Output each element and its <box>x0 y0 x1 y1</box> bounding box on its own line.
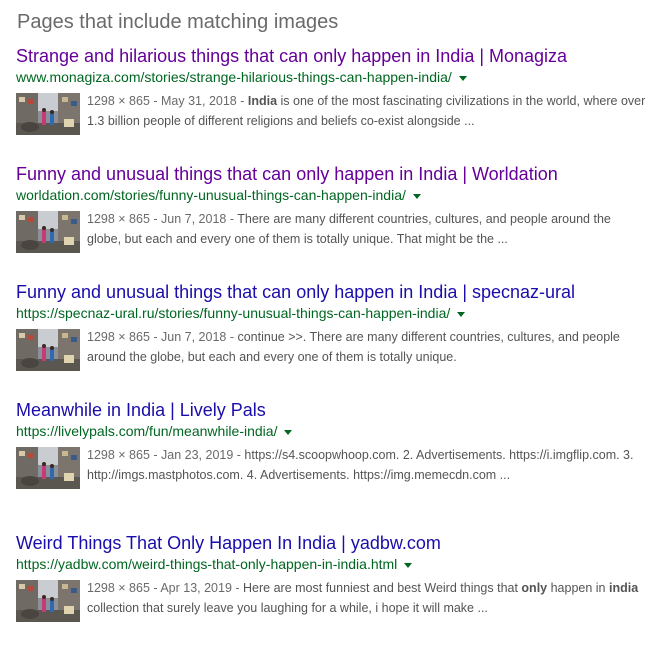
section-title: Pages that include matching images <box>17 11 339 33</box>
snippet-bold-term: india <box>608 581 639 595</box>
caret-down-icon[interactable] <box>412 193 421 199</box>
image-thumbnail[interactable] <box>16 93 80 135</box>
image-thumbnail[interactable] <box>16 580 80 622</box>
snippet-text: Here are most funniest and best Weird th… <box>243 581 522 595</box>
result-url: www.monagiza.com/stories/strange-hilario… <box>16 69 452 85</box>
caret-down-icon[interactable] <box>284 429 293 435</box>
result-title-link[interactable]: Funny and unusual things that can only h… <box>16 281 646 303</box>
result-meta: 1298 × 865 - Jun 7, 2018 - <box>87 212 238 226</box>
result-snippet: 1298 × 865 - Apr 13, 2019 - Here are mos… <box>87 578 647 618</box>
image-thumbnail[interactable] <box>16 211 80 253</box>
result-title-link[interactable]: Strange and hilarious things that can on… <box>16 45 646 67</box>
caret-down-icon[interactable] <box>404 562 413 568</box>
result-url-row: www.monagiza.com/stories/strange-hilario… <box>16 68 646 87</box>
search-result: Funny and unusual things that can only h… <box>16 281 647 371</box>
snippet-text: collection that surely leave you laughin… <box>87 601 488 615</box>
caret-down-icon[interactable] <box>457 311 466 317</box>
result-url-row: worldation.com/stories/funny-unusual-thi… <box>16 186 646 205</box>
result-url: https://specnaz-ural.ru/stories/funny-un… <box>16 305 451 321</box>
result-meta: 1298 × 865 - Apr 13, 2019 - <box>87 581 244 595</box>
result-title-link[interactable]: Funny and unusual things that can only h… <box>16 163 646 185</box>
result-url: https://livelypals.com/fun/meanwhile-ind… <box>16 423 278 439</box>
search-result: Meanwhile in India | Lively Pals https:/… <box>16 399 647 489</box>
result-snippet: 1298 × 865 - Jun 7, 2018 - There are man… <box>87 209 647 249</box>
result-title-link[interactable]: Weird Things That Only Happen In India |… <box>16 532 646 554</box>
caret-down-icon[interactable] <box>458 75 467 81</box>
search-result: Weird Things That Only Happen In India |… <box>16 532 647 622</box>
result-url-row: https://specnaz-ural.ru/stories/funny-un… <box>16 304 646 323</box>
result-meta: 1298 × 865 - Jan 23, 2019 - <box>87 448 245 462</box>
search-result: Strange and hilarious things that can on… <box>16 45 647 135</box>
image-thumbnail[interactable] <box>16 447 80 489</box>
result-meta: 1298 × 865 - May 31, 2018 - <box>87 94 248 108</box>
result-meta: 1298 × 865 - Jun 7, 2018 - <box>87 330 238 344</box>
result-snippet: 1298 × 865 - May 31, 2018 - India is one… <box>87 91 647 131</box>
result-title-link[interactable]: Meanwhile in India | Lively Pals <box>16 399 646 421</box>
image-thumbnail[interactable] <box>16 329 80 371</box>
search-result: Funny and unusual things that can only h… <box>16 163 647 253</box>
result-url: worldation.com/stories/funny-unusual-thi… <box>16 187 406 203</box>
result-url: https://yadbw.com/weird-things-that-only… <box>16 556 398 572</box>
result-snippet: 1298 × 865 - Jun 7, 2018 - continue >>. … <box>87 327 647 367</box>
snippet-text: happen in <box>547 581 609 595</box>
result-url-row: https://livelypals.com/fun/meanwhile-ind… <box>16 422 646 441</box>
snippet-bold-term: only <box>521 581 548 595</box>
result-url-row: https://yadbw.com/weird-things-that-only… <box>16 555 646 574</box>
result-snippet: 1298 × 865 - Jan 23, 2019 - https://s4.s… <box>87 445 647 485</box>
snippet-bold-term: India <box>247 94 278 108</box>
